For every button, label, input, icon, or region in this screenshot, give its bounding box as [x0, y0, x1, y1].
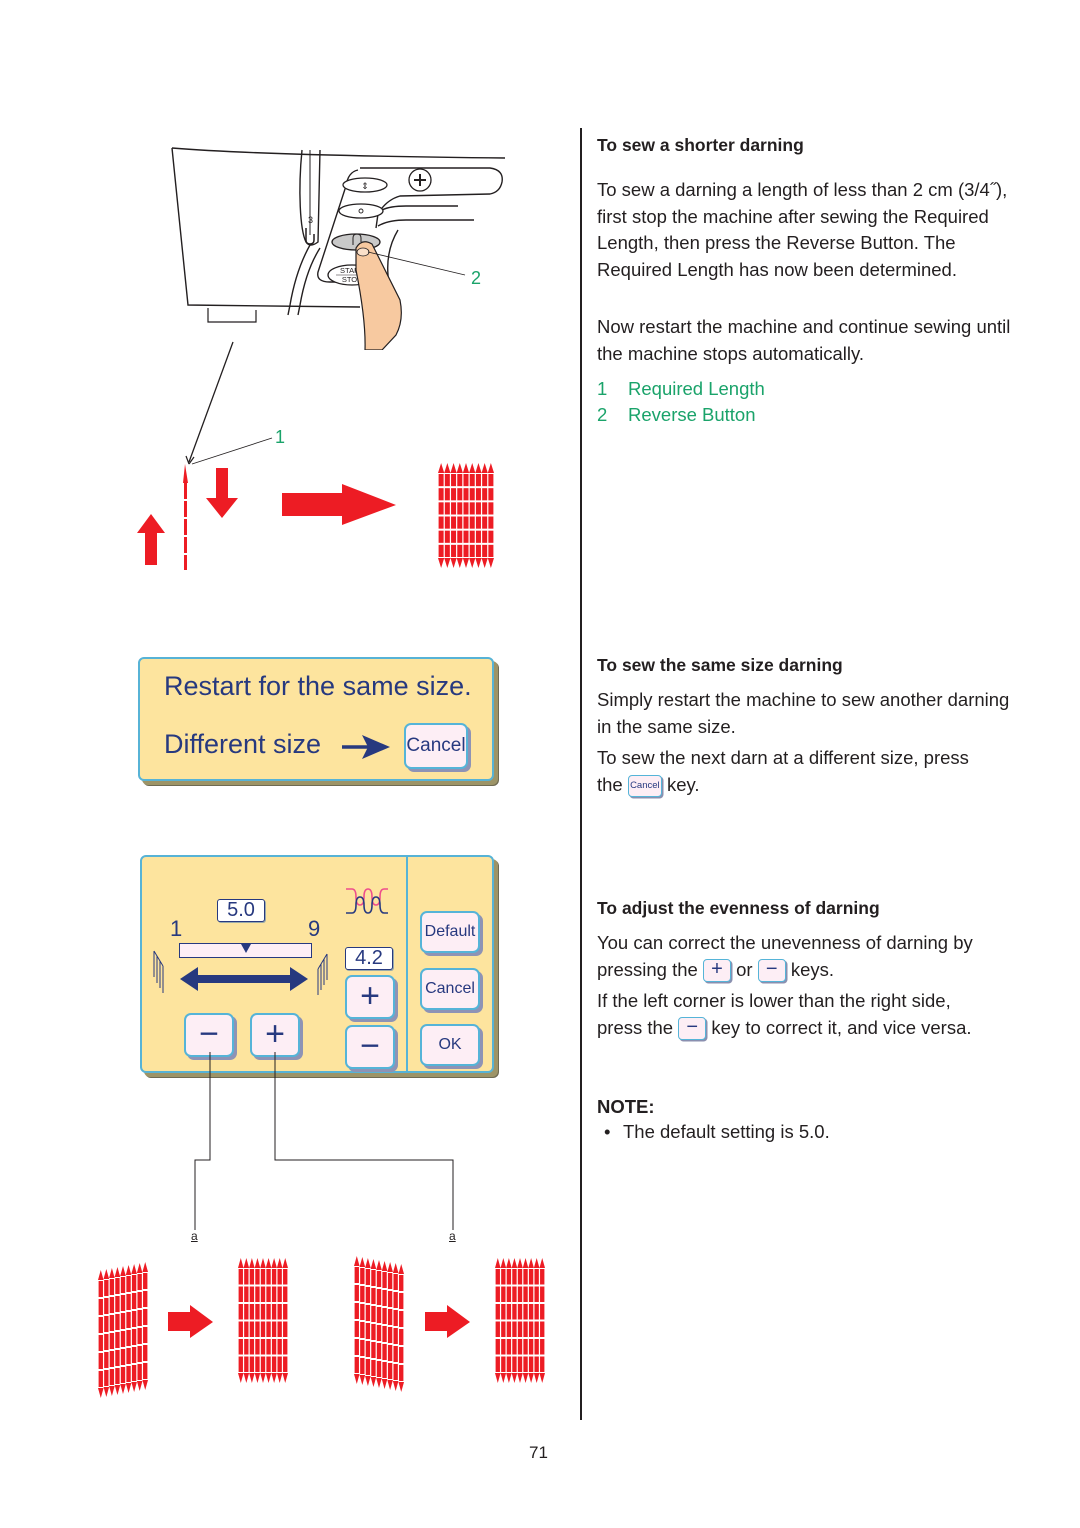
scale-max-label: 9: [308, 916, 321, 941]
callout-required-length: 1: [275, 427, 286, 447]
inline-minus-key: −: [757, 959, 786, 983]
restart-same-size-text: Restart for the same size.: [164, 671, 472, 701]
evenness-examples-illustration: [98, 1256, 545, 1398]
callout-reverse-button: 2: [471, 268, 482, 288]
para-text: key.: [667, 773, 700, 795]
corrected-darn-icon: [495, 1258, 545, 1383]
para-text: the: [597, 773, 623, 795]
length-value-display: 5.0: [217, 899, 265, 922]
corrected-darn-icon: [238, 1258, 288, 1383]
uneven-darn-left-low-icon: [98, 1262, 148, 1398]
shorter-darning-paragraph-1: To sew a darning a length of less than 2…: [597, 179, 1008, 280]
evenness-plus-button[interactable]: +: [345, 975, 395, 1019]
right-arrow-icon: [425, 1305, 470, 1338]
shorter-darning-paragraph-2: Now restart the machine and continue sew…: [597, 316, 1011, 364]
para-text: key to correct it, and vice versa.: [711, 1016, 972, 1038]
legend-item-2: 2 Reverse Button: [597, 402, 756, 429]
scale-min-label: 1: [170, 916, 183, 941]
different-size-text: Different size: [164, 729, 322, 759]
legend-number: 1: [597, 378, 608, 399]
callout-lines: [194, 1052, 454, 1230]
panel-divider: [406, 857, 408, 1071]
bullet-icon: •: [604, 1121, 611, 1142]
default-button[interactable]: Default: [420, 911, 480, 953]
restart-panel: Restart for the same size. Different siz…: [138, 657, 494, 781]
evenness-paragraph-2: If the left corner is lower than the rig…: [597, 988, 1027, 1041]
para-text: If the left corner is lower than the rig…: [597, 990, 951, 1011]
darning-settings-panel: 5.0 1 9 − + 4.2 + − Default Cancel OK: [140, 855, 494, 1073]
note-item: • The default setting is 5.0.: [604, 1121, 830, 1143]
legend-item-1: 1 Required Length: [597, 376, 765, 403]
darning-sequence-illustration: [137, 463, 494, 570]
heading-same-size-darning: To sew the same size darning: [597, 655, 843, 675]
right-arrow-icon: [168, 1305, 213, 1338]
heading-adjust-evenness: To adjust the evenness of darning: [597, 898, 880, 918]
label-a-right: a: [449, 1229, 456, 1243]
column-divider: [580, 128, 582, 1420]
legend-number: 2: [597, 404, 608, 425]
settings-cancel-button[interactable]: Cancel: [420, 968, 480, 1010]
cancel-button[interactable]: Cancel: [404, 723, 468, 769]
required-length-pointer: [185, 341, 273, 465]
completed-darn-icon: [438, 463, 494, 568]
evenness-paragraph-1: You can correct the unevenness of darnin…: [597, 930, 1027, 983]
uneven-darn-right-low-icon: [354, 1256, 404, 1392]
right-arrow-icon: [282, 484, 396, 525]
up-arrow-icon: [137, 514, 165, 565]
double-arrow-icon: [180, 967, 308, 991]
page-number: 71: [529, 1443, 548, 1462]
length-range-illustration: [153, 950, 328, 995]
down-arrow-icon: [206, 468, 238, 518]
note-text: The default setting is 5.0.: [623, 1121, 830, 1142]
para-text: press the: [597, 1016, 674, 1038]
legend-label: Reverse Button: [628, 404, 756, 425]
inline-cancel-key: Cancel: [627, 774, 662, 797]
thread-guide-number: 3: [308, 215, 313, 225]
presser-foot-icon: [207, 308, 257, 323]
heading-shorter-darning: To sew a shorter darning: [597, 135, 804, 155]
stitch-column: [183, 464, 188, 570]
auto-lock-button-icon: [338, 203, 384, 219]
para-text: To sew the next darn at a different size…: [597, 747, 969, 768]
evenness-value-display: 4.2: [345, 947, 393, 970]
inline-minus-key: −: [678, 1017, 707, 1041]
evenness-stitch-icon: [346, 888, 388, 914]
para-text: keys.: [790, 958, 834, 980]
arrow-right-icon: [342, 735, 390, 759]
svg-text:⇕: ⇕: [361, 181, 369, 191]
para-text: You can correct the unevenness of darnin…: [597, 932, 973, 953]
inline-plus-key: +: [702, 959, 731, 983]
para-text: pressing the: [597, 958, 698, 980]
sewing-machine-illustration: ⇕ START STOP 3: [171, 147, 506, 350]
para-text: or: [736, 958, 753, 980]
same-size-paragraph-1: Simply restart the machine to sew anothe…: [597, 689, 1010, 737]
same-size-paragraph-2: To sew the next darn at a different size…: [597, 745, 1027, 798]
label-a-left: a: [191, 1229, 198, 1243]
legend-label: Required Length: [628, 378, 765, 399]
note-title: NOTE:: [597, 1096, 655, 1117]
